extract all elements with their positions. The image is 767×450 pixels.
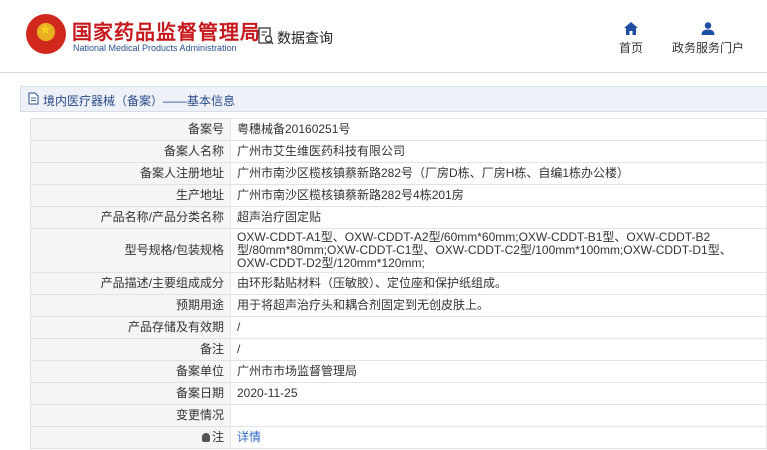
home-icon: [624, 22, 638, 35]
table-row: 备注 /: [30, 338, 767, 361]
row-label: 注: [211, 430, 224, 444]
row-label: 变更情况: [30, 404, 231, 427]
row-value: 广州市南沙区榄核镇蔡新路282号（厂房D栋、厂房H栋、自编1栋办公楼）: [230, 162, 767, 185]
table-row: 备案人名称 广州市艾生维医药科技有限公司: [30, 140, 767, 163]
row-label: 备案人注册地址: [30, 162, 231, 185]
breadcrumb-text: 境内医疗器械（备案）——基本信息: [43, 94, 236, 108]
table-row: 备案日期 2020-11-25: [30, 382, 767, 405]
nav-service-portal[interactable]: 政务服务门户: [672, 22, 744, 56]
emblem-logo: ★: [26, 14, 66, 54]
breadcrumb: 境内医疗器械（备案）——基本信息: [20, 86, 767, 112]
table-row: 产品名称/产品分类名称 超声治疗固定贴: [30, 206, 767, 229]
site-title: 国家药品监督管理局: [72, 20, 261, 44]
row-value: 广州市艾生维医药科技有限公司: [230, 140, 767, 163]
site-subtitle: National Medical Products Administration: [73, 43, 237, 53]
table-row: 变更情况: [30, 404, 767, 427]
nav-home-label: 首页: [619, 41, 644, 55]
row-value: /: [230, 316, 767, 339]
note-label-cell: 注: [30, 426, 231, 449]
row-value: 2020-11-25: [230, 382, 767, 405]
row-value: 用于将超声治疗头和耦合剂固定到无创皮肤上。: [230, 294, 767, 317]
row-label: 型号规格/包装规格: [30, 228, 231, 273]
row-label: 预期用途: [30, 294, 231, 317]
row-label: 生产地址: [30, 184, 231, 207]
data-query-icon[interactable]: [258, 27, 274, 45]
nav-service-portal-label: 政务服务门户: [672, 41, 745, 55]
row-label: 备注: [30, 338, 231, 361]
bulb-icon: [201, 433, 210, 442]
data-query-link[interactable]: 数据查询: [277, 28, 333, 48]
row-label: 备案号: [30, 118, 231, 141]
row-value: /: [230, 338, 767, 361]
table-row: 预期用途 用于将超声治疗头和耦合剂固定到无创皮肤上。: [30, 294, 767, 317]
row-label: 备案人名称: [30, 140, 231, 163]
row-label: 产品名称/产品分类名称: [30, 206, 231, 229]
row-value-cell: 详情: [230, 426, 767, 449]
table-row: 产品存储及有效期 /: [30, 316, 767, 339]
user-icon: [701, 22, 715, 35]
table-row: 产品描述/主要组成成分 由环形黏贴材料（压敏胶）、定位座和保护纸组成。: [30, 272, 767, 295]
row-label: 备案日期: [30, 382, 231, 405]
row-value: [230, 404, 767, 427]
details-link[interactable]: 详情: [237, 430, 261, 444]
row-value: 广州市南沙区榄核镇蔡新路282号4栋201房: [230, 184, 767, 207]
row-value: 由环形黏贴材料（压敏胶）、定位座和保护纸组成。: [230, 272, 767, 295]
table-row: 生产地址 广州市南沙区榄核镇蔡新路282号4栋201房: [30, 184, 767, 207]
row-value: OXW-CDDT-A1型、OXW-CDDT-A2型/60mm*60mm;OXW-…: [230, 228, 767, 273]
table-row: 备案号 粤穗械备20160251号: [30, 118, 767, 141]
row-value: 粤穗械备20160251号: [230, 118, 767, 141]
table-row: 备案单位 广州市市场监督管理局: [30, 360, 767, 383]
row-label: 备案单位: [30, 360, 231, 383]
table-row: 型号规格/包装规格 OXW-CDDT-A1型、OXW-CDDT-A2型/60mm…: [30, 228, 767, 273]
row-value: 广州市市场监督管理局: [230, 360, 767, 383]
document-icon: [28, 92, 39, 105]
table-row: 注 详情: [30, 426, 767, 449]
nav-home[interactable]: 首页: [619, 22, 643, 56]
row-value: 超声治疗固定贴: [230, 206, 767, 229]
device-info-table: 备案号 粤穗械备20160251号 备案人名称 广州市艾生维医药科技有限公司 备…: [30, 118, 767, 449]
table-row: 备案人注册地址 广州市南沙区榄核镇蔡新路282号（厂房D栋、厂房H栋、自编1栋办…: [30, 162, 767, 185]
row-label: 产品描述/主要组成成分: [30, 272, 231, 295]
row-label: 产品存储及有效期: [30, 316, 231, 339]
site-header: ★ 国家药品监督管理局 National Medical Products Ad…: [0, 0, 767, 73]
